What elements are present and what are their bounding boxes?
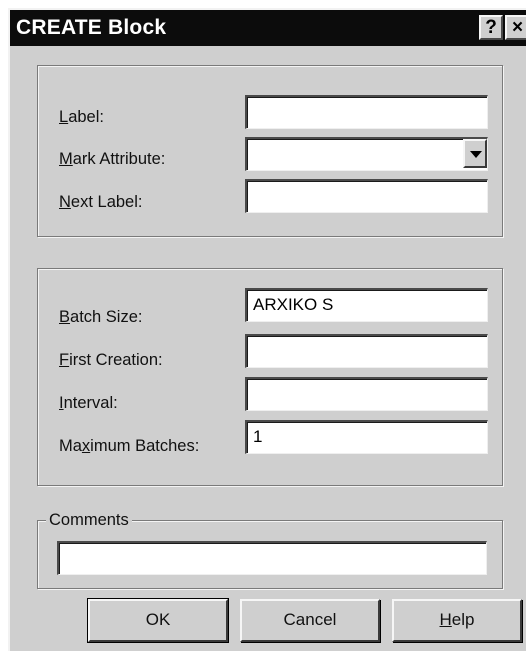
mark-attribute-select[interactable] xyxy=(245,137,488,171)
cancel-button[interactable]: Cancel xyxy=(240,599,380,642)
interval-label: Interval: xyxy=(59,394,118,412)
comments-input[interactable] xyxy=(57,541,487,575)
maximum-batches-label: Maximum Batches: xyxy=(59,437,200,455)
help-button[interactable]: Help xyxy=(392,599,522,642)
ok-button[interactable]: OK xyxy=(87,598,229,643)
next-label-label: Next Label: xyxy=(59,193,143,211)
mark-attribute-label: Mark Attribute: xyxy=(59,150,166,168)
batch-size-label: Batch Size: xyxy=(59,308,143,326)
close-icon[interactable]: × xyxy=(505,15,526,40)
first-creation-input[interactable] xyxy=(245,334,488,368)
next-label-input[interactable] xyxy=(245,179,488,213)
label-input[interactable] xyxy=(245,95,488,129)
chevron-down-icon[interactable] xyxy=(463,139,487,168)
first-creation-label: First Creation: xyxy=(59,351,163,369)
window-title: CREATE Block xyxy=(16,16,167,39)
batch-size-input[interactable]: ARXIKO S xyxy=(245,288,488,322)
maximum-batches-input[interactable]: 1 xyxy=(245,420,488,454)
title-bar[interactable]: CREATE Block ? × xyxy=(10,10,526,46)
help-question-icon[interactable]: ? xyxy=(479,15,503,40)
comments-legend: Comments xyxy=(46,511,132,530)
label-label: Label: xyxy=(59,108,104,126)
interval-input[interactable] xyxy=(245,377,488,411)
create-block-dialog: CREATE Block ? × Label: Mark Attribute: … xyxy=(8,8,526,651)
